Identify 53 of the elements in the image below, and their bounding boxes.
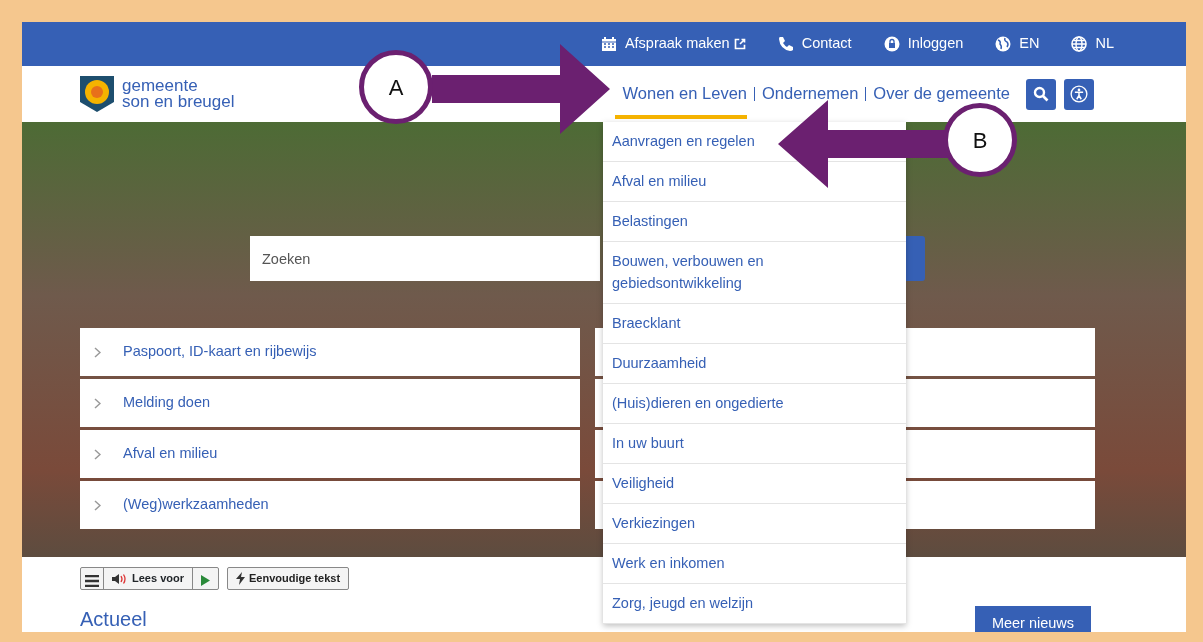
logo-text: gemeente <box>122 78 199 94</box>
menu-item[interactable]: Belastingen <box>612 210 688 232</box>
phone-icon <box>777 36 794 52</box>
globe-icon <box>1071 36 1088 52</box>
calendar-icon <box>600 36 617 52</box>
more-news-button[interactable]: Meer nieuws <box>975 606 1091 632</box>
menu-item[interactable]: Bouwen, verbouwen en gebiedsontwikkeling <box>612 250 812 294</box>
top-bar-link[interactable]: Contact <box>777 33 852 55</box>
simple-text-button[interactable]: Eenvoudige tekst <box>226 567 350 590</box>
menu-item[interactable]: (Huis)dieren en ongedierte <box>612 392 784 414</box>
nav-link[interactable]: Ondernemen <box>762 84 859 102</box>
chevron-right-icon <box>94 346 101 358</box>
annotation-marker: B <box>943 103 1017 177</box>
accessibility-button[interactable] <box>1064 78 1094 110</box>
chevron-right-icon <box>94 499 101 511</box>
quick-link[interactable]: Melding doen <box>80 379 580 427</box>
quick-link[interactable]: (Weg)werkzaamheden <box>80 481 580 529</box>
search-field[interactable]: Zoeken <box>250 236 600 281</box>
chevron-right-icon <box>94 448 101 460</box>
menu-icon <box>85 574 99 587</box>
external-link-icon <box>733 38 746 50</box>
menu-item[interactable]: Veiligheid <box>612 472 675 494</box>
link-text: Paspoort, ID-kaart en rijbewijs <box>123 342 317 362</box>
globe-icon <box>995 36 1012 52</box>
menu-item[interactable]: In uw buurt <box>612 432 684 454</box>
logo-emblem-icon <box>80 76 114 112</box>
link-text: Afval en milieu <box>123 444 218 464</box>
top-bar-link[interactable]: EN <box>995 33 1040 55</box>
search-button[interactable] <box>1026 78 1056 110</box>
speaker-icon <box>112 572 128 585</box>
menu-item[interactable]: Duurzaamheid <box>612 352 707 374</box>
menu-item[interactable]: Aanvragen en regelen <box>612 130 755 152</box>
section-heading: Actueel <box>80 607 147 632</box>
search-icon <box>1033 86 1049 102</box>
top-bar-link[interactable]: Inloggen <box>883 33 964 55</box>
link-text: Melding doen <box>123 393 211 413</box>
read-aloud-button[interactable]: Lees voor <box>104 568 193 589</box>
menu-item[interactable]: Braecklant <box>612 312 681 334</box>
play-icon <box>200 575 210 587</box>
nav-link[interactable]: Over de gemeente <box>873 84 1010 102</box>
top-bar-link[interactable]: NL <box>1071 33 1114 55</box>
link-text: (Weg)werkzaamheden <box>123 495 269 515</box>
quick-link[interactable]: Paspoort, ID-kaart en rijbewijs <box>80 328 580 376</box>
lightning-icon <box>235 572 245 585</box>
menu-item[interactable]: Afval en milieu <box>612 170 707 192</box>
menu-item[interactable]: Verkiezingen <box>612 512 696 534</box>
menu-item[interactable]: Werk en inkomen <box>612 552 725 574</box>
quick-link[interactable]: Afval en milieu <box>80 430 580 478</box>
logo-text: son en breugel <box>122 94 235 110</box>
menu-item[interactable]: Zorg, jeugd en welzijn <box>612 592 754 614</box>
top-bar-link[interactable]: Afspraak maken <box>600 33 746 55</box>
chevron-right-icon <box>94 397 101 409</box>
lock-icon <box>883 36 900 52</box>
